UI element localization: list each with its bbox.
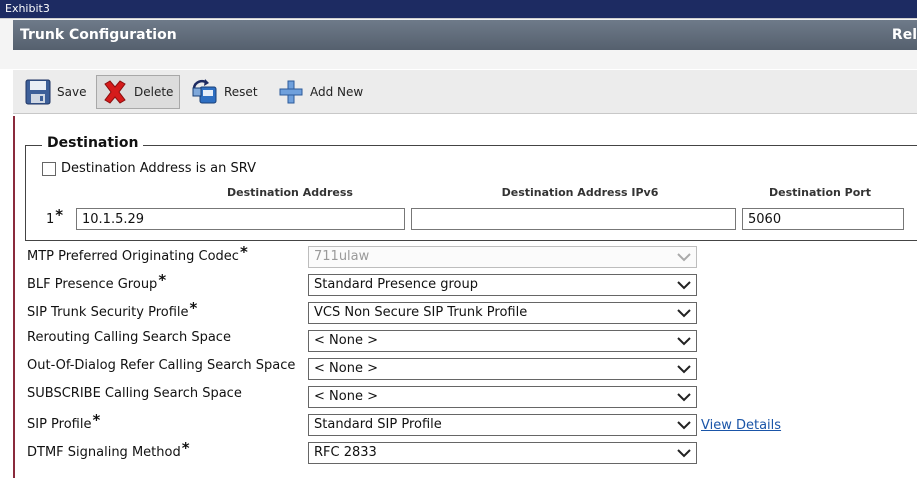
dtmf-method-select[interactable]: RFC 2833 <box>308 442 697 464</box>
mtp-codec-label: MTP Preferred Originating Codec* <box>27 243 248 264</box>
destination-port-header: Destination Port <box>769 186 871 199</box>
destination-legend: Destination <box>42 135 144 151</box>
configuration-content: Destination Destination Address is an SR… <box>13 116 917 478</box>
srv-checkbox[interactable] <box>42 161 56 176</box>
chevron-down-icon <box>677 281 691 290</box>
sip-security-profile-label: SIP Trunk Security Profile* <box>27 299 198 320</box>
chevron-down-icon <box>677 253 691 262</box>
ood-refer-css-select[interactable]: < None > <box>308 358 697 380</box>
mtp-codec-select: 711ulaw <box>308 246 697 268</box>
reset-button[interactable]: Reset <box>186 75 265 109</box>
destination-ipv6-input[interactable] <box>411 208 736 230</box>
ood-refer-css-label: Out-Of-Dialog Refer Calling Search Space <box>27 358 296 373</box>
save-label: Save <box>57 85 87 99</box>
rerouting-css-select[interactable]: < None > <box>308 330 697 352</box>
red-x-icon <box>101 78 129 106</box>
floppy-disk-icon <box>24 78 52 106</box>
window-title: Exhibit3 <box>0 0 917 18</box>
toolbar: Save Delete Reset Add New <box>13 70 917 114</box>
sip-profile-select[interactable]: Standard SIP Profile <box>308 414 697 436</box>
destination-address-header: Destination Address <box>227 186 353 199</box>
rerouting-css-label: Rerouting Calling Search Space <box>27 330 231 345</box>
srv-label: Destination Address is an SRV <box>61 161 256 176</box>
header-related-links[interactable]: Rel <box>892 20 917 50</box>
destination-port-input[interactable] <box>742 208 904 230</box>
destination-ipv6-header: Destination Address IPv6 <box>501 186 659 199</box>
page-title: Trunk Configuration <box>13 20 917 50</box>
add-new-button[interactable]: Add New <box>272 75 370 109</box>
chevron-down-icon <box>677 393 691 402</box>
destination-row-number: 1* <box>46 206 64 227</box>
save-button[interactable]: Save <box>19 75 93 109</box>
sip-profile-label: SIP Profile* <box>27 411 101 432</box>
chevron-down-icon <box>677 337 691 346</box>
subscribe-css-select[interactable]: < None > <box>308 386 697 408</box>
chevron-down-icon <box>677 365 691 374</box>
blf-presence-select[interactable]: Standard Presence group <box>308 274 697 296</box>
blf-presence-label: BLF Presence Group* <box>27 271 167 292</box>
srv-option: Destination Address is an SRV <box>42 161 256 176</box>
delete-button[interactable]: Delete <box>96 75 181 109</box>
reset-label: Reset <box>224 85 258 99</box>
view-details-link[interactable]: View Details <box>701 418 781 433</box>
reset-icon <box>191 78 219 106</box>
add-new-label: Add New <box>310 85 364 99</box>
delete-label: Delete <box>134 85 174 99</box>
destination-address-input[interactable] <box>76 208 405 230</box>
chevron-down-icon <box>677 449 691 458</box>
chevron-down-icon <box>677 309 691 318</box>
sip-security-profile-select[interactable]: VCS Non Secure SIP Trunk Profile <box>308 302 697 324</box>
blue-plus-icon <box>277 78 305 106</box>
dtmf-method-label: DTMF Signaling Method* <box>27 439 190 460</box>
subscribe-css-label: SUBSCRIBE Calling Search Space <box>27 386 242 401</box>
chevron-down-icon <box>677 421 691 430</box>
